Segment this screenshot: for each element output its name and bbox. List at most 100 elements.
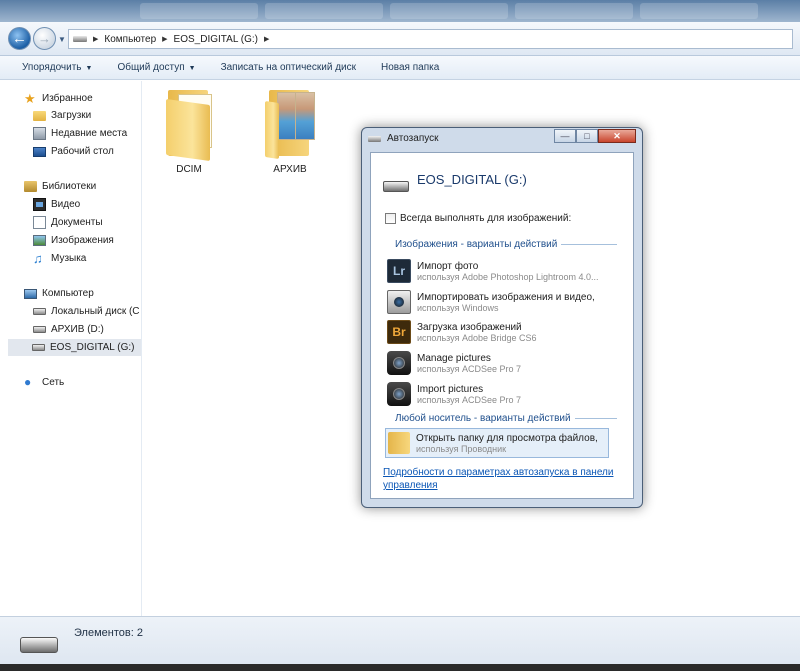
sidebar-item-documents[interactable]: Документы	[33, 214, 103, 231]
removable-drive-icon	[32, 344, 45, 351]
section-title: Изображения - варианты действий	[395, 239, 558, 250]
sidebar-item-network[interactable]: ● Сеть	[24, 374, 64, 391]
minimize-button[interactable]: —	[554, 129, 576, 143]
lightroom-icon: Lr	[387, 259, 411, 283]
drive-icon	[368, 135, 381, 142]
chevron-right-icon[interactable]: ▶	[162, 35, 167, 43]
sidebar-item-videos[interactable]: Видео	[33, 196, 80, 213]
always-do-option[interactable]: Всегда выполнять для изображений:	[385, 213, 571, 224]
action-title: Загрузка изображений	[417, 321, 522, 333]
share-menu-button[interactable]: Общий доступ ▼	[117, 62, 195, 73]
organize-label: Упорядочить	[22, 62, 82, 73]
share-label: Общий доступ	[117, 62, 185, 73]
sidebar-item-label: Локальный диск (C	[51, 306, 140, 317]
sidebar-item-label: Рабочий стол	[51, 146, 114, 157]
action-subtitle: используя Adobe Bridge CS6	[417, 332, 537, 343]
music-note-icon: ♫	[33, 251, 43, 266]
section-divider	[574, 418, 617, 419]
action-subtitle: используя Windows	[417, 302, 499, 313]
action-download-bridge[interactable]: Br Загрузка изображений используя Adobe …	[387, 318, 609, 346]
action-title: Импортировать изображения и видео,	[417, 291, 595, 303]
dialog-body: EOS_DIGITAL (G:) Всегда выполнять для из…	[370, 152, 634, 499]
sidebar-item-label: Избранное	[42, 93, 93, 104]
folder-icon	[388, 432, 410, 454]
camera-icon	[387, 351, 411, 375]
device-header: EOS_DIGITAL (G:)	[383, 167, 527, 192]
autoplay-dialog: Автозапуск — □ ✕ EOS_DIGITAL (G:) Всегда…	[361, 127, 643, 508]
navigation-pane: ★ Избранное Загрузки Недавние места Рабо…	[0, 81, 142, 616]
background-tab	[390, 3, 508, 19]
history-dropdown-icon[interactable]: ▼	[58, 35, 66, 44]
chevron-down-icon: ▼	[85, 65, 93, 72]
sidebar-item-label: Изображения	[51, 235, 114, 246]
sidebar-item-computer[interactable]: Компьютер	[24, 285, 94, 302]
folder-label: АРХИВ	[273, 164, 307, 175]
dialog-title-text: Автозапуск	[387, 133, 439, 144]
sidebar-item-music[interactable]: ♫ Музыка	[33, 250, 86, 267]
sidebar-item-local-disk-c[interactable]: Локальный диск (C	[33, 303, 140, 320]
action-open-folder[interactable]: Открыть папку для просмотра файлов, испо…	[385, 428, 609, 458]
background-tab	[140, 3, 258, 19]
forward-button[interactable]: →	[33, 27, 56, 50]
action-subtitle: используя ACDSee Pro 7	[417, 363, 521, 374]
removable-drive-icon	[20, 637, 58, 653]
sidebar-item-label: Видео	[51, 199, 81, 210]
action-import-windows[interactable]: Импортировать изображения и видео, испол…	[387, 288, 609, 316]
breadcrumb[interactable]: ▶ Компьютер ▶ EOS_DIGITAL (G:) ▶	[68, 29, 793, 49]
maximize-button[interactable]: □	[576, 129, 598, 143]
always-do-label: Всегда выполнять для изображений:	[400, 213, 572, 224]
section-title: Любой носитель - варианты действий	[395, 413, 571, 424]
taskbar-bottom	[0, 664, 800, 671]
sidebar-item-archive-d[interactable]: АРХИВ (D:)	[33, 321, 104, 338]
breadcrumb-item-drive[interactable]: EOS_DIGITAL (G:)	[174, 34, 258, 45]
close-button[interactable]: ✕	[598, 129, 636, 143]
bridge-icon: Br	[387, 320, 411, 344]
sidebar-item-label: Документы	[51, 217, 103, 228]
star-icon: ★	[24, 91, 36, 106]
libraries-icon	[24, 181, 37, 192]
burn-disc-button[interactable]: Записать на оптический диск	[221, 62, 356, 73]
action-subtitle: используя Adobe Photoshop Lightroom 4.0.…	[417, 271, 599, 282]
action-manage-pictures[interactable]: Manage pictures используя ACDSee Pro 7	[387, 349, 609, 377]
chevron-right-icon[interactable]: ▶	[93, 35, 98, 43]
action-import-pictures[interactable]: Import pictures используя ACDSee Pro 7	[387, 380, 609, 408]
autoplay-settings-link[interactable]: Подробности о параметрах автозапуска в п…	[383, 466, 623, 492]
sidebar-item-label: АРХИВ (D:)	[51, 324, 104, 335]
item-count: Элементов: 2	[74, 627, 143, 639]
recent-places-icon	[33, 127, 46, 140]
folder-item-archive[interactable]: АРХИВ	[255, 88, 325, 175]
action-title: Manage pictures	[417, 352, 491, 364]
breadcrumb-item-computer[interactable]: Компьютер	[104, 34, 156, 45]
network-icon: ●	[24, 375, 32, 389]
hard-drive-icon	[33, 326, 46, 333]
chevron-right-icon[interactable]: ▶	[264, 35, 269, 43]
window-controls: — □ ✕	[554, 129, 636, 143]
drive-icon	[73, 36, 87, 42]
sidebar-item-desktop[interactable]: Рабочий стол	[33, 143, 114, 160]
sidebar-item-libraries[interactable]: Библиотеки	[24, 178, 96, 195]
photo-folder-icon	[265, 88, 315, 159]
folder-icon	[164, 88, 214, 162]
sidebar-item-label: Загрузки	[51, 110, 92, 121]
video-icon	[33, 198, 46, 211]
downloads-folder-icon	[33, 110, 46, 121]
sidebar-item-eos-digital[interactable]: EOS_DIGITAL (G:)	[8, 339, 141, 356]
computer-icon	[24, 288, 37, 299]
camera-icon	[387, 382, 411, 406]
action-import-lightroom[interactable]: Lr Импорт фото используя Adobe Photoshop…	[387, 257, 609, 285]
back-button[interactable]: ←	[8, 27, 31, 50]
sidebar-item-favorites[interactable]: ★ Избранное	[24, 90, 93, 107]
sidebar-item-label: Компьютер	[42, 288, 94, 299]
sidebar-item-pictures[interactable]: Изображения	[33, 232, 114, 249]
sidebar-item-recent-places[interactable]: Недавние места	[33, 125, 127, 142]
folder-item-dcim[interactable]: DCIM	[154, 88, 224, 175]
scanner-camera-icon	[387, 290, 411, 314]
sidebar-item-downloads[interactable]: Загрузки	[33, 107, 91, 124]
sidebar-item-label: Недавние места	[51, 128, 128, 139]
hard-drive-icon	[33, 308, 46, 315]
background-tab	[265, 3, 383, 19]
background-tab	[640, 3, 758, 19]
always-do-checkbox[interactable]	[385, 213, 396, 224]
new-folder-button[interactable]: Новая папка	[381, 62, 439, 73]
organize-menu-button[interactable]: Упорядочить ▼	[22, 62, 92, 73]
